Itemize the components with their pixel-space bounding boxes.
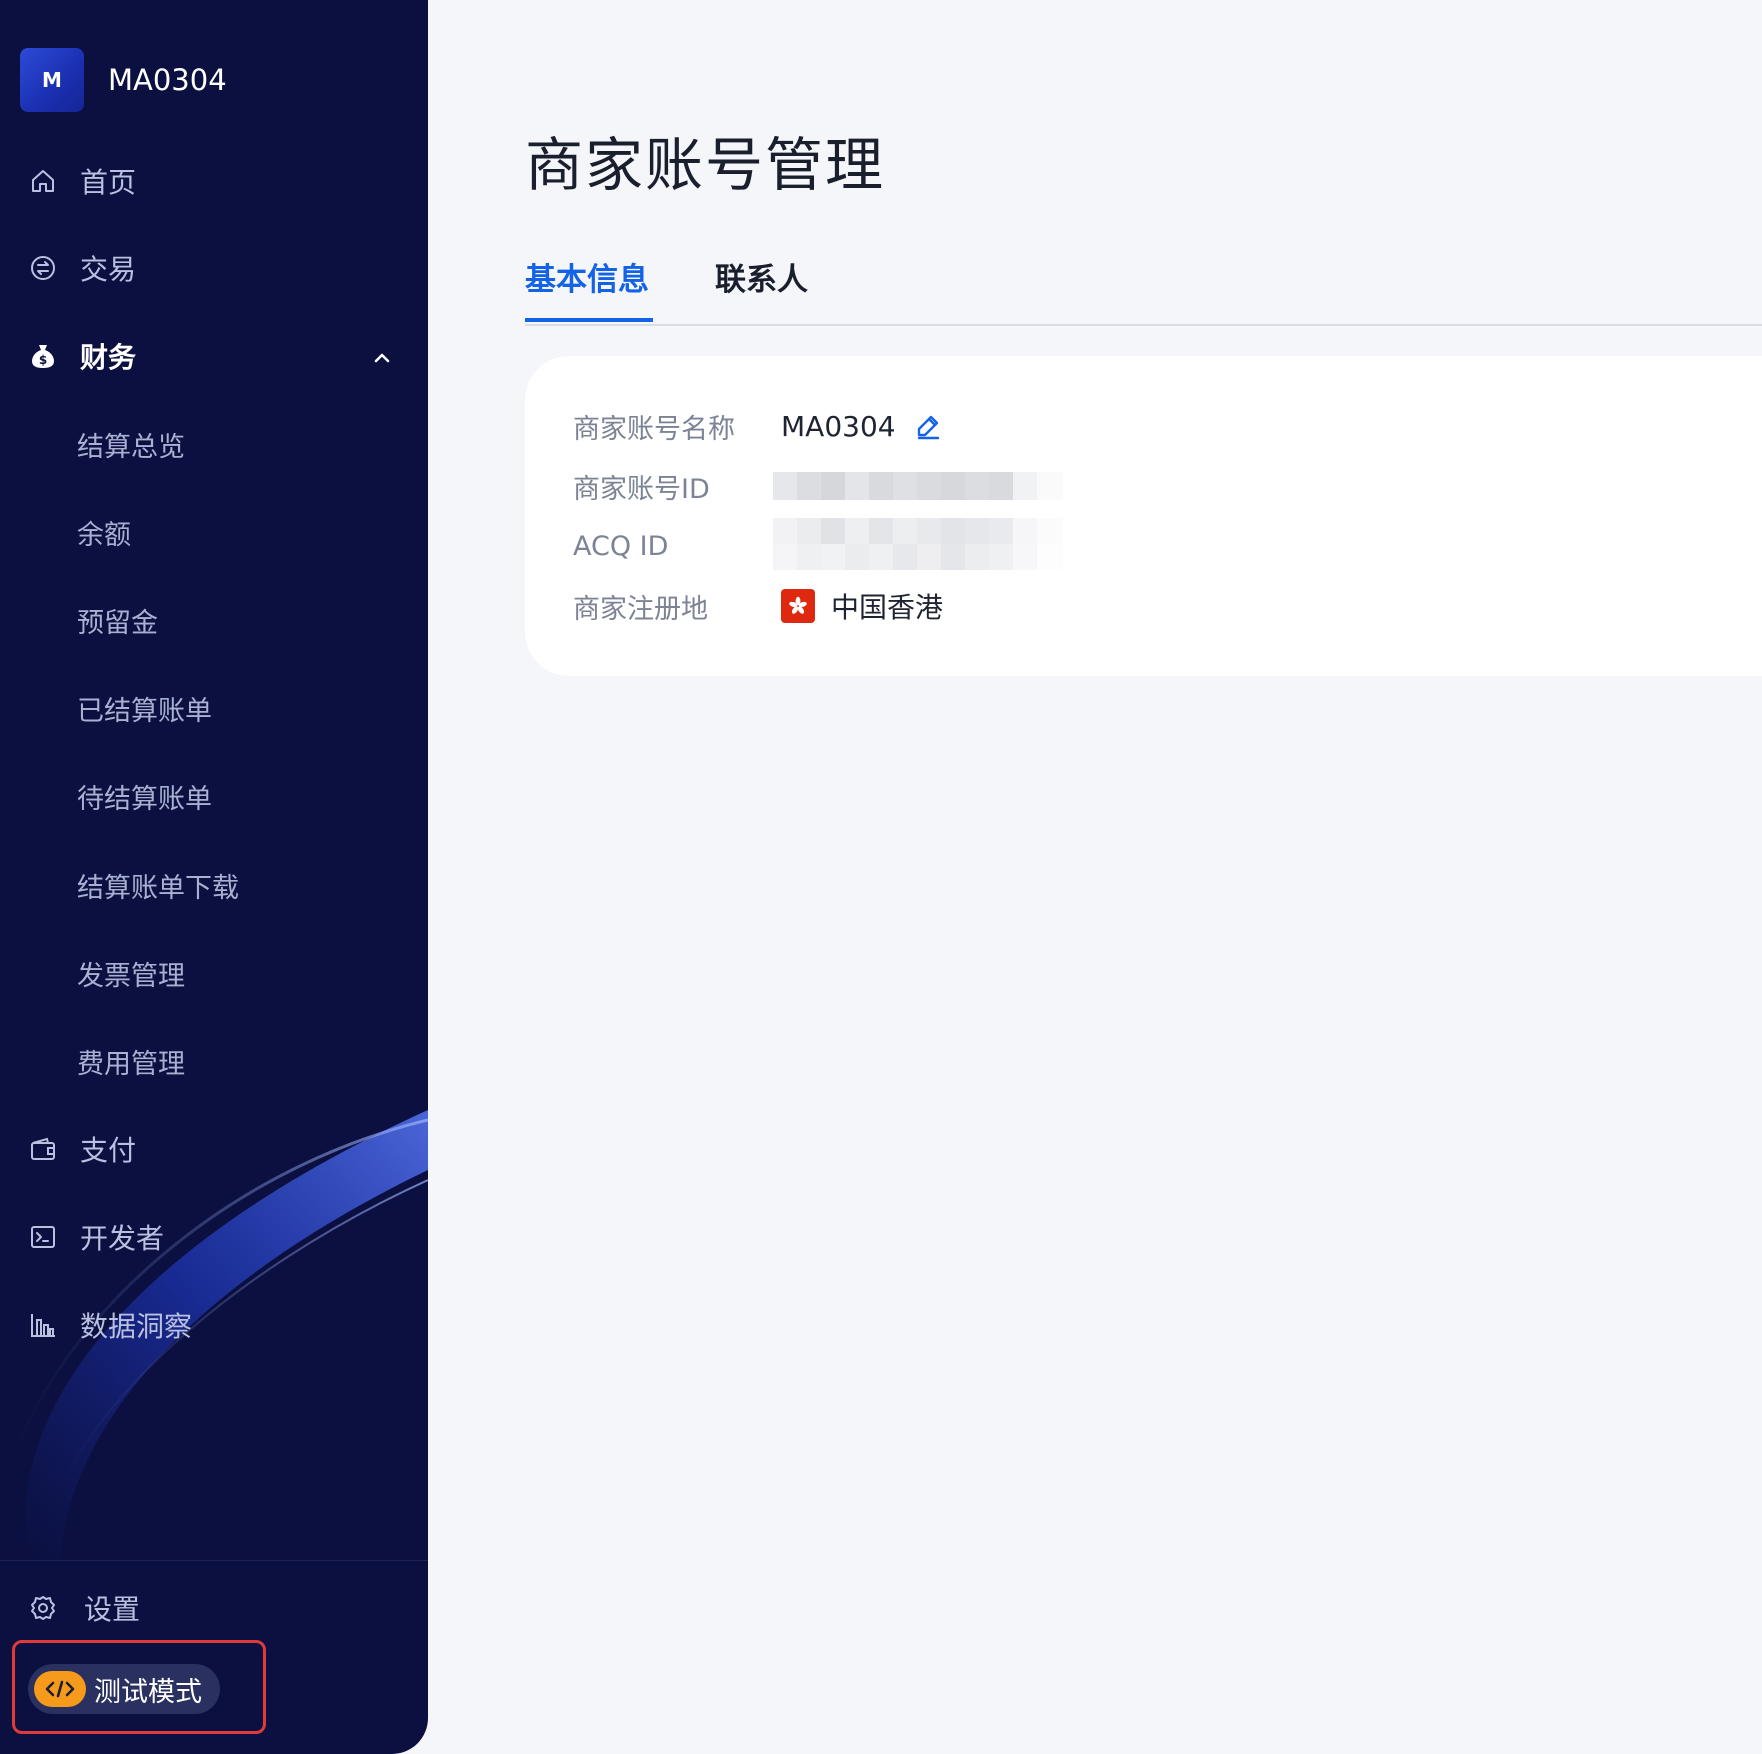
main-content: 商家账号管理 基本信息 联系人 商家账号名称 MA0304 商家账号ID ACQ… [428,0,1762,1754]
terminal-icon [28,1222,58,1252]
sidebar: M MA0304 首页 交易 $ 财务 结算总览 余额 预留金 已结算账单 待结… [0,0,428,1754]
sub-item-label: 结算账单下载 [77,872,239,904]
redacted-merchant-id [773,472,1063,500]
sub-item-label: 结算总览 [77,431,185,463]
tab-label: 基本信息 [525,262,649,298]
home-icon [28,166,58,196]
nav-item-developer[interactable]: 开发者 [0,1207,428,1267]
nav-label-finance: 财务 [80,341,137,374]
info-value-name: MA0304 [781,410,942,443]
info-label-id: 商家账号ID [573,473,710,505]
info-label-name: 商家账号名称 [573,413,735,445]
region-value: 中国香港 [831,591,944,624]
nav-item-payment[interactable]: 支付 [0,1119,428,1179]
page-title: 商家账号管理 [525,131,886,199]
nav-item-data-insights[interactable]: 数据洞察 [0,1295,428,1355]
sub-item-pending-bills[interactable]: 待结算账单 [0,766,428,826]
redacted-acq-id [773,518,1063,570]
gear-icon [28,1593,58,1623]
sub-item-label: 余额 [77,519,131,551]
sub-item-bill-download[interactable]: 结算账单下载 [0,855,428,915]
sub-item-label: 发票管理 [77,960,185,992]
nav-label-payment: 支付 [80,1134,137,1167]
code-icon [34,1671,86,1707]
nav-label-home: 首页 [80,166,137,199]
app-root: M MA0304 首页 交易 $ 财务 结算总览 余额 预留金 已结算账单 待结… [0,0,1762,1754]
nav-label-developer: 开发者 [80,1222,165,1255]
nav-item-trade[interactable]: 交易 [0,238,428,298]
nav-item-finance[interactable]: $ 财务 [0,326,428,386]
sidebar-divider [0,1560,428,1561]
test-mode-toggle[interactable]: 测试模式 [28,1664,220,1714]
exchange-icon [28,253,58,283]
bar-chart-icon [28,1310,58,1340]
nav-label-trade: 交易 [80,253,137,286]
tab-label: 联系人 [715,262,808,298]
money-bag-icon: $ [28,341,58,371]
brand[interactable]: M MA0304 [20,48,227,112]
sub-item-fees[interactable]: 费用管理 [0,1031,428,1091]
sub-item-settled-bills[interactable]: 已结算账单 [0,678,428,738]
brand-name: MA0304 [108,63,227,97]
sub-item-label: 已结算账单 [77,695,212,727]
info-value-region: 中国香港 [781,586,943,626]
sub-item-label: 预留金 [77,607,158,639]
sub-item-reserve[interactable]: 预留金 [0,590,428,650]
sub-item-invoice[interactable]: 发票管理 [0,943,428,1003]
chevron-up-icon[interactable] [370,344,394,368]
nav-item-settings[interactable]: 设置 [0,1578,428,1638]
active-tab-indicator [525,318,653,322]
tab-bar: 基本信息 联系人 [525,248,1762,326]
sub-item-balance[interactable]: 余额 [0,502,428,562]
edit-icon[interactable] [914,412,942,440]
wallet-icon [28,1134,58,1164]
nav-item-home[interactable]: 首页 [0,151,428,211]
hong-kong-flag-icon [781,589,815,623]
tab-basic-info[interactable]: 基本信息 [525,254,649,320]
svg-text:$: $ [39,353,47,367]
merchant-name-value: MA0304 [781,409,896,443]
sub-item-label: 费用管理 [77,1048,185,1080]
tab-contacts[interactable]: 联系人 [715,254,808,320]
info-label-acq: ACQ ID [573,530,669,562]
brand-logo: M [20,48,84,112]
nav-label-settings: 设置 [84,1593,141,1626]
sub-item-label: 待结算账单 [77,783,212,815]
nav-label-data-insights: 数据洞察 [80,1310,193,1343]
basic-info-card: 商家账号名称 MA0304 商家账号ID ACQ ID 商家注册地 中国香港 [525,356,1762,676]
sub-item-settlement-overview[interactable]: 结算总览 [0,414,428,474]
info-label-region: 商家注册地 [573,593,708,625]
test-mode-label: 测试模式 [94,1676,202,1708]
